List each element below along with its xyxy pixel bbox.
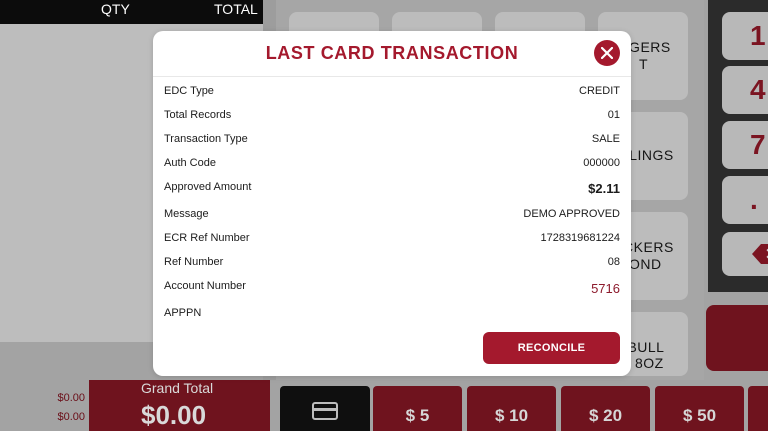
edc-type-label: EDC Type xyxy=(164,85,214,97)
ref-number-value: 08 xyxy=(607,256,620,268)
modal-divider xyxy=(153,76,631,77)
keypad-key-4[interactable]: 4 xyxy=(722,66,768,114)
transaction-type-label: Transaction Type xyxy=(164,133,248,145)
total-records-value: 01 xyxy=(607,109,620,121)
card-payment-button[interactable] xyxy=(280,386,370,431)
keypad-key-1[interactable]: 1 xyxy=(722,12,768,60)
ecr-ref-number-label: ECR Ref Number xyxy=(164,232,250,244)
approved-amount-value: $2.11 xyxy=(588,181,620,196)
message-label: Message xyxy=(164,208,209,220)
grand-total-panel: Grand Total $0.00 xyxy=(89,380,270,431)
key-label: 7 xyxy=(750,129,766,160)
keypad-backspace-button[interactable]: ✕ xyxy=(722,232,768,276)
reconcile-button[interactable]: RECONCILE xyxy=(483,332,620,364)
modal-title: LAST CARD TRANSACTION xyxy=(265,43,519,63)
transaction-type-value: SALE xyxy=(591,133,620,145)
total-column-header: TOTAL xyxy=(214,1,258,17)
cash-more-button[interactable] xyxy=(748,386,768,431)
cash-50-button[interactable]: $ 50 xyxy=(655,386,744,431)
key-label: 4 xyxy=(750,74,766,105)
grand-total-label: Grand Total xyxy=(141,380,214,396)
subtotal-value: $0.00 xyxy=(57,392,85,404)
cash-5-button[interactable]: $ 5 xyxy=(373,386,462,431)
approved-amount-label: Approved Amount xyxy=(164,181,252,193)
account-number-value: 5716 xyxy=(591,281,620,296)
tax-value: $0.00 xyxy=(57,411,85,423)
subtotals: $0.00 $0.00 xyxy=(0,380,89,431)
enter-button[interactable] xyxy=(706,305,768,371)
total-records-label: Total Records xyxy=(164,109,232,121)
key-label: . xyxy=(750,184,758,215)
account-number-label: Account Number xyxy=(164,280,246,292)
auth-code-label: Auth Code xyxy=(164,157,216,169)
ref-number-label: Ref Number xyxy=(164,256,224,268)
backspace-icon: ✕ xyxy=(752,244,768,264)
cash-10-button[interactable]: $ 10 xyxy=(467,386,556,431)
order-header: QTY TOTAL xyxy=(0,0,263,24)
grand-total-value: $0.00 xyxy=(141,400,207,430)
keypad-key-7[interactable]: 7 xyxy=(722,121,768,169)
credit-card-icon xyxy=(312,402,338,420)
numeric-keypad: 1 4 7 . ✕ xyxy=(708,0,768,292)
last-card-transaction-modal: LAST CARD TRANSACTION EDC Type CREDIT To… xyxy=(153,31,631,376)
auth-code-value: 000000 xyxy=(583,157,620,169)
menu-tile-label: T xyxy=(639,56,649,72)
close-button[interactable] xyxy=(594,40,620,66)
close-icon xyxy=(601,47,613,59)
key-label: 1 xyxy=(750,20,766,51)
apppn-label: APPPN xyxy=(164,307,202,319)
edc-type-value: CREDIT xyxy=(579,85,620,97)
message-value: DEMO APPROVED xyxy=(523,208,620,220)
cash-20-button[interactable]: $ 20 xyxy=(561,386,650,431)
keypad-key-decimal[interactable]: . xyxy=(722,176,768,224)
ecr-ref-number-value: 1728319681224 xyxy=(540,232,620,244)
qty-column-header: QTY xyxy=(101,1,130,17)
